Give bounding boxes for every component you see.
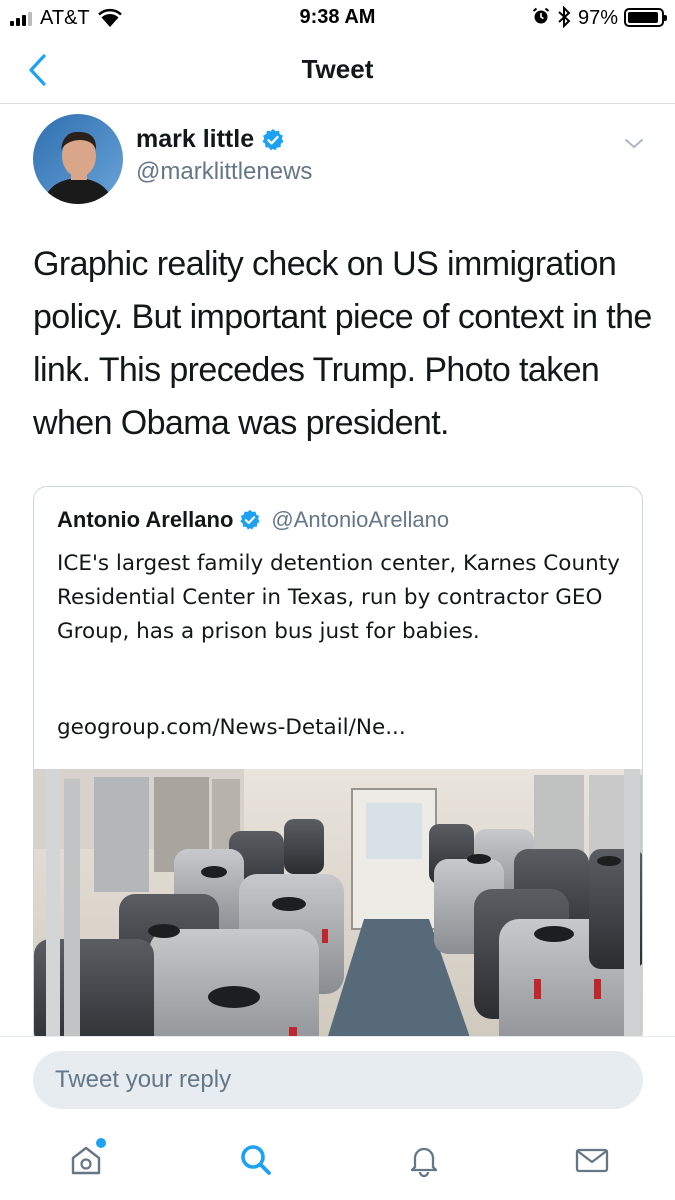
bluetooth-icon [558, 6, 571, 28]
author-name[interactable]: mark little [136, 125, 285, 154]
author-handle[interactable]: @marklittlenews [136, 158, 312, 186]
notification-dot [96, 1138, 106, 1148]
quoted-author-name: Antonio Arellano [57, 507, 234, 532]
verified-badge-icon [262, 128, 284, 150]
chevron-down-icon[interactable] [622, 132, 646, 156]
mail-icon [575, 1148, 609, 1173]
verified-badge-icon [240, 509, 261, 530]
tab-home[interactable] [62, 1136, 110, 1184]
nav-header: Tweet [0, 36, 675, 104]
alarm-icon [532, 7, 550, 24]
quoted-author-handle: @AntonioArellano [271, 507, 450, 532]
tab-notifications[interactable] [400, 1136, 448, 1184]
status-bar: AT&T 9:38 AM 97% [0, 0, 675, 36]
quoted-tweet-link[interactable]: geogroup.com/News-Detail/Ne... [57, 715, 406, 740]
quoted-tweet-text: ICE's largest family detention center, K… [57, 551, 620, 644]
battery-icon [624, 8, 667, 27]
search-icon [241, 1145, 271, 1175]
quoted-tweet-card[interactable]: Antonio Arellano @AntonioArellano ICE's … [33, 486, 643, 1046]
author-name-text: mark little [136, 125, 255, 153]
avatar[interactable] [33, 114, 123, 204]
avatar-image [33, 114, 123, 204]
tab-search[interactable] [232, 1136, 280, 1184]
reply-input[interactable] [33, 1051, 643, 1109]
quoted-tweet-header: Antonio Arellano @AntonioArellano [57, 507, 449, 533]
status-time: 9:38 AM [299, 6, 376, 28]
page-title: Tweet [301, 54, 374, 84]
quoted-tweet-photo[interactable] [34, 769, 643, 1046]
bell-icon [410, 1147, 438, 1178]
tab-messages[interactable] [568, 1136, 616, 1184]
tweet-text: Graphic reality check on US immigration … [33, 245, 652, 442]
battery-percent: 97% [578, 7, 619, 29]
reply-bar [0, 1036, 675, 1126]
bottom-tab-bar [0, 1126, 675, 1200]
